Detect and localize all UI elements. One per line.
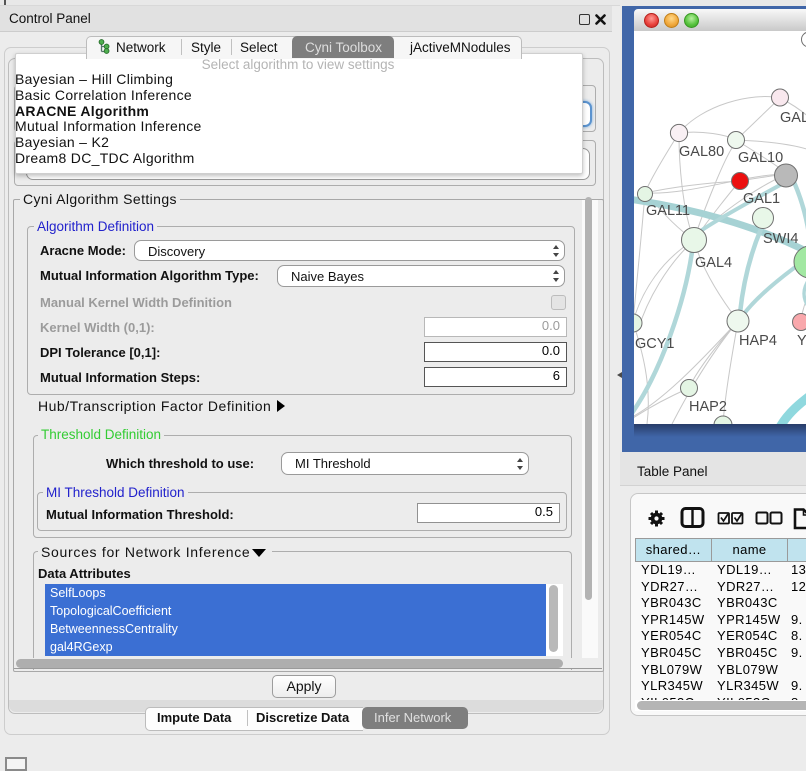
svg-text:GCY1: GCY1	[635, 336, 675, 352]
svg-text:SWI4: SWI4	[763, 231, 798, 247]
svg-text:GAL1: GAL1	[743, 191, 780, 207]
svg-text:GAL: GAL	[780, 110, 806, 126]
svg-text:GAL80: GAL80	[679, 144, 724, 160]
svg-text:GAL11: GAL11	[646, 203, 690, 219]
svg-text:GAL4: GAL4	[695, 255, 732, 271]
svg-text:Y: Y	[797, 333, 806, 349]
svg-text:GAL10: GAL10	[738, 150, 783, 166]
svg-text:HAP2: HAP2	[689, 399, 727, 415]
svg-text:HAP4: HAP4	[739, 333, 777, 349]
